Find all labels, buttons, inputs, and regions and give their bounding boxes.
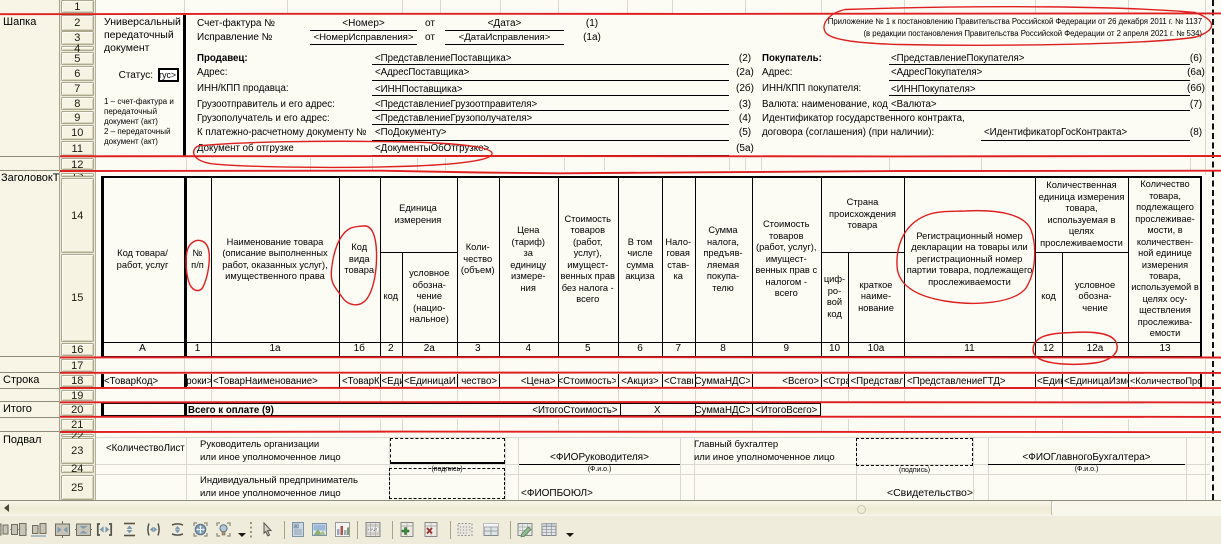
svg-text:A:: A: xyxy=(295,523,299,528)
